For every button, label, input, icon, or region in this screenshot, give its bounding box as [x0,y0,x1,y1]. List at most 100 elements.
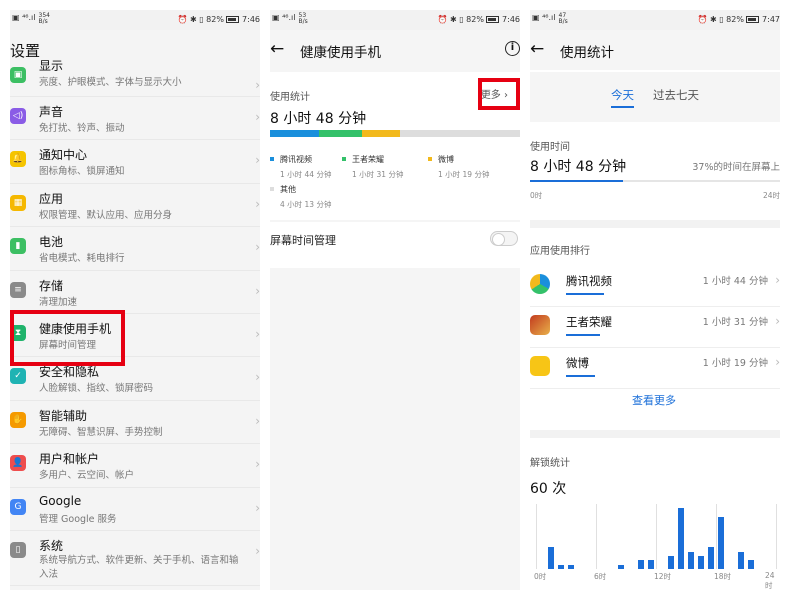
screen-time-toggle[interactable] [490,231,518,246]
settings-item[interactable]: ◁) 声音 免打扰、铃声、振动 › [10,97,260,141]
axis-start: 0时 [530,191,543,200]
display-icon: ▣ [10,67,26,83]
unlock-bar [718,517,724,569]
shield-icon: ✓ [10,368,26,385]
legend-item: 微博 1 小时 19 分钟 [428,154,489,180]
usage-breakdown-bar [270,130,520,137]
unlock-bar [688,551,694,569]
tab-bar: 今天 过去七天 [530,72,780,122]
chevron-right-icon: › [255,457,260,472]
apps-icon: ▦ [10,194,26,211]
page-title: 使用统计 [560,45,614,61]
back-arrow-icon[interactable]: ← [270,39,284,59]
grid-line [656,504,657,569]
chevron-right-icon: › [775,273,780,287]
unlock-bar [678,508,684,569]
app-usage-bar [566,375,596,377]
settings-item[interactable]: 👤 用户和帐户 多用户、云空间、帐户 › [10,444,260,488]
page-title: 健康使用手机 [300,45,381,61]
battery-percent: 82% [466,15,484,24]
honor-of-kings-icon [530,315,550,335]
settings-item-title: 存储 [39,278,64,293]
battery-percent: 82% [206,15,224,24]
settings-item[interactable]: ▯ 系统 系统导航方式、软件更新、关于手机、语言和输入法 › [10,530,260,586]
info-icon[interactable]: i [505,41,520,56]
settings-item[interactable]: ▮ 电池 省电模式、耗电排行 › [10,227,260,271]
system-icon: ▯ [10,541,26,558]
see-more-link[interactable]: 查看更多 [632,392,676,408]
hour-tick-label: 18时 [714,572,732,581]
app-ranking-item[interactable]: 王者荣耀 1 小时 31 分钟 › [530,307,780,348]
settings-screen: ▣ ⁴⁶.ıl 354 B/s ⏰ ✱ ▯ 82% 7:46 设置 ▣ 显示 亮度、护眼… [10,10,260,590]
chevron-right-icon: › [775,314,780,328]
divider [530,430,780,438]
usage-stats-screen: ▣ ⁴⁶.ıl 47 B/s ⏰ ✱ ▯ 82% 7:47 ← 使用统计 今天 过去… [530,10,780,590]
legend-name: 王者荣耀 [352,155,384,164]
usage-time-label: 使用时间 [530,142,570,153]
settings-item[interactable]: ▦ 应用 权限管理、默认应用、应用分身 › [10,183,260,228]
settings-item[interactable]: ▣ 显示 亮度、护眼模式、字体与显示大小 › [10,59,260,97]
tab-today[interactable]: 今天 [611,87,634,108]
grid-line [716,504,717,569]
unlock-chart: 0时 6时 12时 18时 24时 [530,504,780,590]
settings-item[interactable]: ✋ 智能辅助 无障碍、智慧识屏、手势控制 › [10,400,260,445]
hand-icon: ✋ [10,411,26,428]
back-arrow-icon[interactable]: ← [530,39,544,59]
digital-balance-screen: ▣ ⁴⁶.ıl 53 B/s ⏰ ✱ ▯ 82% 7:46 ← 健康使用手机 i 使… [270,10,520,590]
legend-item: 王者荣耀 1 小时 31 分钟 [342,154,403,180]
battery-icon: ▮ [10,238,26,255]
screen-time-label: 屏幕时间管理 [270,234,336,247]
app-ranking-item[interactable]: 微博 1 小时 19 分钟 › [530,348,780,389]
status-bar: ▣ ⁴⁶.ıl 53 B/s ⏰ ✱ ▯ 82% 7:46 [270,10,520,30]
unlock-bar [738,551,744,569]
battery-icon [486,16,500,23]
settings-item-title: 声音 [39,105,64,119]
unlock-bar [618,564,624,569]
hour-tick-label: 12时 [654,572,672,581]
grid-line [596,504,597,569]
total-usage: 8 小时 48 分钟 [530,159,627,175]
app-name: 腾讯视频 [566,274,612,288]
chevron-right-icon: › [255,326,260,341]
settings-item-subtitle: 清理加速 [39,296,78,308]
chevron-right-icon: › [255,283,260,298]
screen-time-row[interactable]: 屏幕时间管理 [270,222,520,268]
legend-dot [342,157,346,161]
legend-dot [270,157,274,161]
status-bar: ▣ ⁴⁶.ıl 354 B/s ⏰ ✱ ▯ 82% 7:46 [10,10,260,30]
unlock-bar [748,560,754,569]
app-ranking-item[interactable]: 腾讯视频 1 小时 44 分钟 › [530,266,780,307]
chevron-right-icon: › [255,78,260,92]
tab-past-seven-days[interactable]: 过去七天 [653,87,699,103]
settings-item-subtitle: 亮度、护眼模式、字体与显示大小 [39,77,182,88]
ranking-label: 应用使用排行 [530,246,590,257]
chevron-right-icon: › [255,413,260,428]
legend-item: 腾讯视频 1 小时 44 分钟 [270,154,331,180]
settings-item-subtitle: 省电模式、耗电排行 [39,253,125,265]
settings-item[interactable]: G Google 管理 Google 服务 › [10,487,260,531]
usage-segment [270,130,320,137]
unlock-bar [638,560,644,569]
usage-progress [530,180,780,182]
clock: 7:47 [762,15,780,24]
total-usage: 8 小时 48 分钟 [270,111,367,127]
usage-segment [399,130,520,137]
app-ranking-section: 应用使用排行 腾讯视频 1 小时 44 分钟 › 王者荣耀 1 小时 31 分钟 › 微博 1… [530,228,780,430]
settings-item-title: Google [39,493,82,508]
legend-time: 1 小时 31 分钟 [352,170,404,179]
settings-item-subtitle: 免打扰、铃声、振动 [39,123,125,134]
usage-segment [362,130,400,137]
screen-percent: 37%的时间在屏幕上 [692,162,780,173]
grid-line [776,504,777,569]
unlock-bar [558,564,564,569]
user-icon: 👤 [10,455,26,472]
chevron-right-icon: › [255,500,260,515]
settings-item[interactable]: ≡ 存储 清理加速 › [10,270,260,314]
app-time: 1 小时 31 分钟 [702,317,768,328]
battery-icon [226,16,240,23]
settings-item[interactable]: 🔔 通知中心 图标角标、锁屏通知 › [10,140,260,184]
legend-time: 1 小时 19 分钟 [438,170,490,179]
hour-tick-label: 6时 [594,572,607,581]
settings-item-subtitle: 人脸解锁、指纹、锁屏密码 [39,383,154,395]
legend-name: 微博 [438,155,454,164]
